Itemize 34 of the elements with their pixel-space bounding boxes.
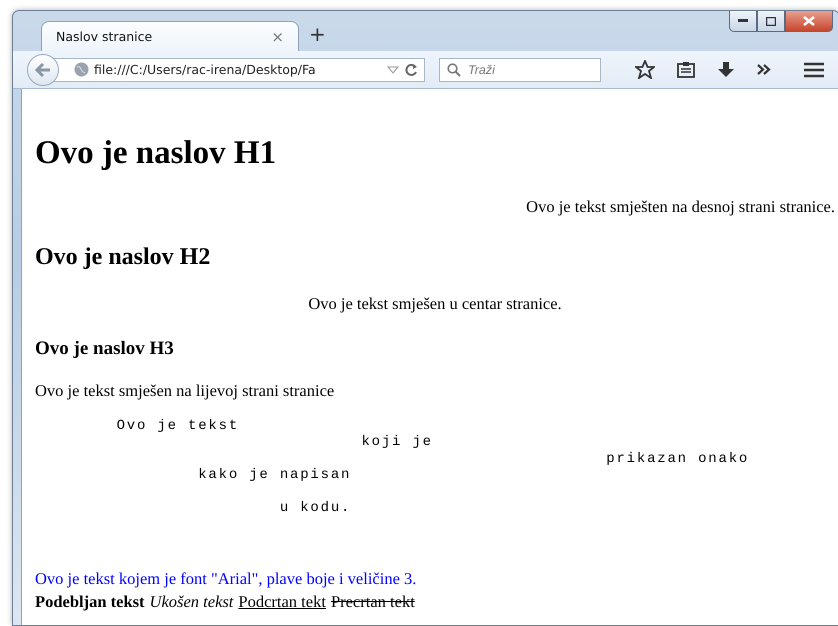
- address-bar[interactable]: file:///C:/Users/rac-irena/Desktop/Fa: [53, 58, 425, 82]
- reload-icon[interactable]: [404, 62, 418, 76]
- download-icon[interactable]: [717, 61, 735, 78]
- minimize-button[interactable]: [729, 11, 757, 32]
- styled-text: Precrtan tekt: [330, 592, 415, 612]
- back-button[interactable]: [27, 54, 59, 86]
- chevrons-icon[interactable]: [757, 64, 771, 75]
- paragraph: Ovo je tekst smješten na desnoj strani stranice.: [525, 197, 835, 217]
- paragraph: Ovo je tekst smješen u centar stranice.: [307, 294, 563, 314]
- heading: Ovo je naslov H3: [35, 338, 175, 360]
- minimize-icon: [738, 19, 748, 23]
- globe-icon: [74, 62, 89, 77]
- star-icon[interactable]: [635, 60, 655, 79]
- close-button[interactable]: [785, 11, 833, 32]
- search-field[interactable]: Traži: [439, 58, 601, 82]
- styled-text: Podcrtan tekt: [238, 592, 326, 612]
- heading: Ovo je naslov H2: [35, 244, 212, 271]
- dropdown-icon[interactable]: [387, 66, 399, 74]
- maximize-button[interactable]: [757, 11, 785, 32]
- paragraph: Ovo je tekst kojem je font "Arial", plave boje i veličine 3.: [35, 569, 418, 590]
- back-arrow-icon: [35, 62, 51, 76]
- new-tab-button[interactable]: +: [309, 22, 326, 46]
- close-tab-icon[interactable]: ×: [271, 28, 284, 46]
- styled-text: Ukošen tekst: [150, 592, 234, 612]
- maximize-icon: [766, 16, 776, 26]
- search-icon: [447, 62, 461, 76]
- paragraph: Ovo je tekst smješen na lijevoj strani stranice: [35, 381, 336, 401]
- browser-tab[interactable]: Naslov stranice ×: [41, 21, 299, 51]
- heading: Ovo je naslov H1: [35, 135, 278, 172]
- styled-text: Podebljan tekst: [35, 592, 145, 612]
- preformatted-text: Ovo je tekst koji je prikazan onako kako je napisan u kodu.: [116, 418, 750, 516]
- menu-icon[interactable]: [803, 62, 825, 78]
- clipboard-icon[interactable]: [677, 61, 695, 78]
- close-icon: [803, 16, 815, 26]
